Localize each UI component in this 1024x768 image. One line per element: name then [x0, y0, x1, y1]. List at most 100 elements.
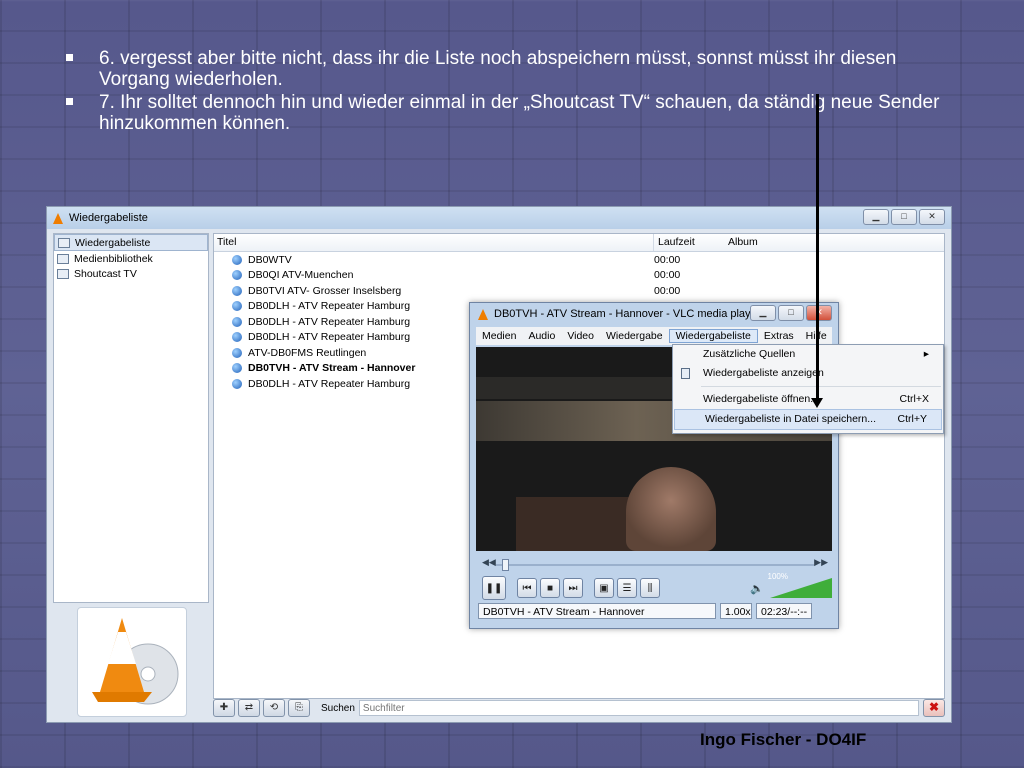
- menu-item-show-playlist[interactable]: Wiedergabeliste anzeigen: [673, 364, 943, 383]
- menu-item-open-playlist[interactable]: Wiedergabeliste öffnen... Ctrl+X: [673, 390, 943, 409]
- search-input[interactable]: [358, 700, 919, 716]
- menu-item-label: Wiedergabeliste öffnen...: [703, 393, 819, 405]
- playlist-toolbar: ✚ ⇄ ⟲ ⎘ Suchen ✖: [213, 698, 945, 718]
- table-row[interactable]: DB0WTV 00:00: [214, 252, 944, 268]
- row-title: ATV-DB0FMS Reutlingen: [248, 346, 367, 359]
- menu-item-shortcut: Ctrl+X: [899, 393, 929, 405]
- column-title[interactable]: Titel: [214, 234, 654, 251]
- menu-separator: [701, 386, 941, 387]
- seek-track[interactable]: [496, 564, 814, 566]
- maximize-button[interactable]: □: [891, 209, 917, 225]
- menu-video[interactable]: Video: [561, 330, 600, 342]
- album-art: [77, 607, 187, 717]
- sidebar-item-wiedergabeliste[interactable]: Wiedergabeliste: [54, 234, 208, 251]
- sidebar-item-medienbibliothek[interactable]: Medienbibliothek: [54, 251, 208, 266]
- menu-extras[interactable]: Extras: [758, 330, 800, 342]
- stream-globe-icon: [232, 254, 242, 265]
- row-title: DB0DLH - ATV Repeater Hamburg: [248, 315, 411, 328]
- extended-settings-button[interactable]: ⫼: [640, 578, 660, 598]
- stream-globe-icon: [232, 332, 242, 343]
- window-controls: ▁ □ ✕: [750, 305, 832, 321]
- sidebar-item-shoutcast-tv[interactable]: Shoutcast TV: [54, 266, 208, 281]
- save-playlist-button[interactable]: ⎘: [288, 699, 310, 717]
- shoutcast-icon: [57, 268, 69, 279]
- vlc-cone-disc-icon: [92, 618, 179, 705]
- video-frame-shape: [626, 467, 716, 551]
- menu-wiedergabe[interactable]: Wiedergabe: [600, 330, 669, 342]
- fullscreen-button[interactable]: ▣: [594, 578, 614, 598]
- volume-slider[interactable]: [770, 578, 832, 598]
- rewind-icon[interactable]: ◀◀: [482, 557, 496, 568]
- bullet-item: 7. Ihr solltet dennoch hin und wieder ei…: [62, 92, 962, 134]
- row-title: DB0QI ATV-Muenchen: [248, 269, 354, 282]
- column-album[interactable]: Album: [724, 234, 848, 251]
- playlist-icon: [681, 368, 690, 379]
- slide-bullets: 6. vergesst aber bitte nicht, dass ihr d…: [62, 48, 962, 136]
- video-frame-shape: [476, 377, 696, 399]
- menu-bar: Medien Audio Video Wiedergabe Wiedergabe…: [476, 327, 832, 345]
- volume-percent: 100%: [767, 572, 788, 581]
- minimize-button[interactable]: ▁: [750, 305, 776, 321]
- maximize-button[interactable]: □: [778, 305, 804, 321]
- seek-handle[interactable]: [502, 559, 509, 571]
- row-title: DB0WTV: [248, 253, 292, 266]
- menu-item-additional-sources[interactable]: Zusätzliche Quellen ▸: [673, 345, 943, 364]
- menu-wiedergabeliste[interactable]: Wiedergabeliste: [668, 329, 758, 343]
- row-duration: 00:00: [654, 253, 681, 266]
- time-display[interactable]: 02:23/--:--: [756, 603, 812, 619]
- column-duration[interactable]: Laufzeit: [654, 234, 724, 251]
- menu-item-save-playlist[interactable]: Wiedergabeliste in Datei speichern... Ct…: [674, 409, 942, 430]
- stream-globe-icon: [232, 363, 242, 374]
- table-row[interactable]: DB0TVI ATV- Grosser Inselsberg 00:00: [214, 283, 944, 299]
- menu-item-label: Wiedergabeliste anzeigen: [703, 367, 824, 379]
- bullet-item: 6. vergesst aber bitte nicht, dass ihr d…: [62, 48, 962, 90]
- clear-search-button[interactable]: ✖: [923, 699, 945, 717]
- vlc-cone-icon: [53, 212, 63, 224]
- seek-bar[interactable]: ◀◀ ▶▶: [482, 557, 828, 571]
- next-button[interactable]: ⏭: [563, 578, 583, 598]
- pause-button[interactable]: ❚❚: [482, 576, 506, 600]
- row-duration: 00:00: [654, 284, 681, 297]
- menu-item-label: Wiedergabeliste in Datei speichern...: [705, 413, 877, 425]
- playlist-icon: [58, 237, 70, 248]
- pointer-arrow-icon: [811, 398, 823, 408]
- close-button[interactable]: ✕: [806, 305, 832, 321]
- vlc-cone-icon: [478, 308, 488, 320]
- previous-button[interactable]: ⏮: [517, 578, 537, 598]
- bullet-marker-icon: [66, 98, 73, 105]
- playback-controls: ❚❚ ⏮ ■ ⏭ ▣ ☰ ⫼ 🔈 100%: [482, 572, 832, 601]
- playlist-dropdown-menu: Zusätzliche Quellen ▸ Wiedergabeliste an…: [672, 344, 944, 434]
- bullet-text: 6. vergesst aber bitte nicht, dass ihr d…: [99, 48, 897, 90]
- bullet-marker-icon: [66, 54, 73, 61]
- vlc-titlebar[interactable]: DB0TVH - ATV Stream - Hannover - VLC med…: [470, 303, 838, 325]
- search-label: Suchen: [321, 702, 355, 714]
- stream-globe-icon: [232, 316, 242, 327]
- window-title: Wiedergabeliste: [69, 212, 148, 224]
- add-button[interactable]: ✚: [213, 699, 235, 717]
- bullet-text: 7. Ihr solltet dennoch hin und wieder ei…: [99, 92, 940, 134]
- stream-globe-icon: [232, 270, 242, 281]
- playlist-button[interactable]: ☰: [617, 578, 637, 598]
- volume-control[interactable]: 🔈 100%: [750, 572, 832, 598]
- repeat-button[interactable]: ⟲: [263, 699, 285, 717]
- status-title: DB0TVH - ATV Stream - Hannover: [478, 603, 716, 619]
- speaker-icon[interactable]: 🔈: [750, 582, 764, 595]
- table-row[interactable]: DB0QI ATV-Muenchen 00:00: [214, 268, 944, 284]
- playback-speed[interactable]: 1.00x: [720, 603, 752, 619]
- shuffle-button[interactable]: ⇄: [238, 699, 260, 717]
- library-icon: [57, 253, 69, 264]
- menu-item-label: Zusätzliche Quellen: [703, 348, 796, 360]
- playlist-sidebar: Wiedergabeliste Medienbibliothek Shoutca…: [53, 233, 209, 603]
- minimize-button[interactable]: ▁: [863, 209, 889, 225]
- stop-button[interactable]: ■: [540, 578, 560, 598]
- close-button[interactable]: ✕: [919, 209, 945, 225]
- menu-audio[interactable]: Audio: [522, 330, 561, 342]
- row-duration: 00:00: [654, 269, 681, 282]
- fast-forward-icon[interactable]: ▶▶: [814, 557, 828, 568]
- stream-globe-icon: [232, 347, 242, 358]
- window-controls: ▁ □ ✕: [863, 209, 945, 225]
- menu-medien[interactable]: Medien: [476, 330, 522, 342]
- row-title: DB0DLH - ATV Repeater Hamburg: [248, 300, 411, 313]
- sidebar-item-label: Medienbibliothek: [74, 252, 153, 265]
- stream-globe-icon: [232, 378, 242, 389]
